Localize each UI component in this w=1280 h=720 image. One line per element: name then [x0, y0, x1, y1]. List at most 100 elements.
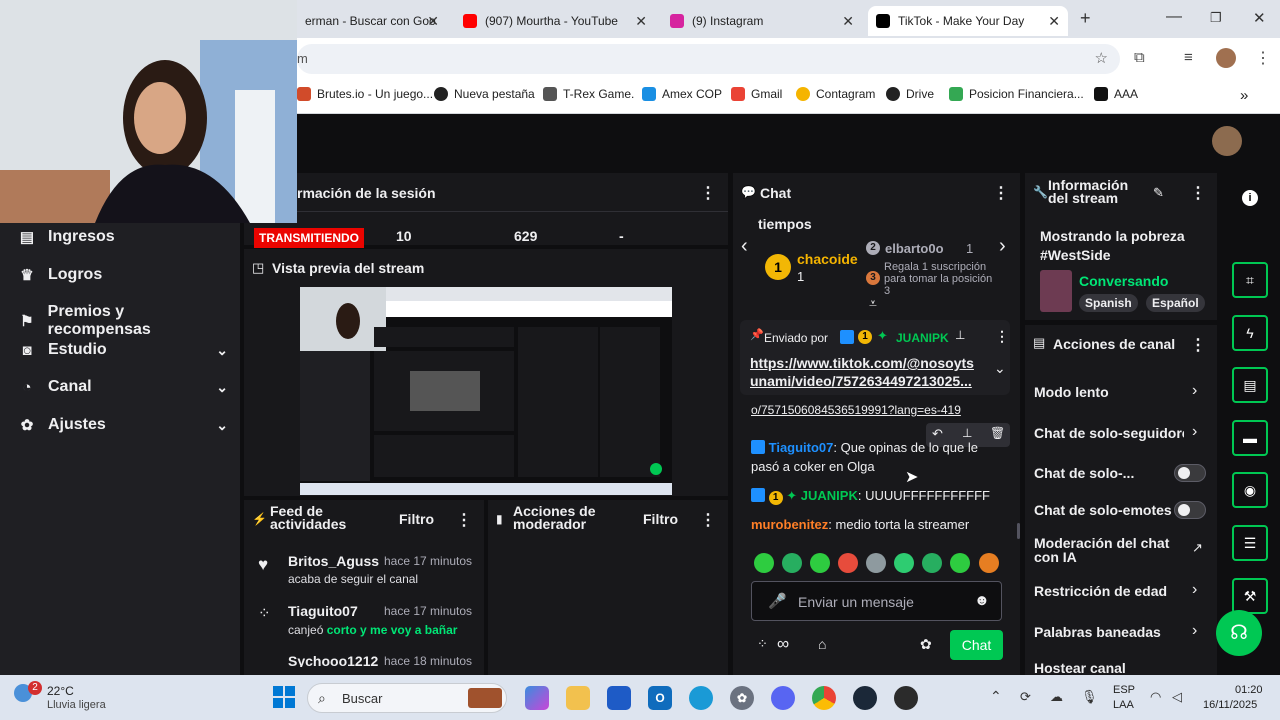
- chevron-right-icon[interactable]: ›: [1192, 382, 1197, 400]
- taskbar-search[interactable]: ⌕ Buscar: [307, 683, 507, 713]
- emotes-only-toggle[interactable]: [1174, 501, 1206, 519]
- more-options-icon[interactable]: ⋮: [456, 510, 472, 530]
- more-options-icon[interactable]: ⋮: [700, 510, 716, 530]
- cloud-icon[interactable]: ☁: [1050, 689, 1063, 705]
- more-options-icon[interactable]: ⋮: [993, 183, 1009, 203]
- more-options-icon[interactable]: ⋮: [1190, 335, 1206, 355]
- store-icon[interactable]: ⌂: [818, 636, 826, 652]
- browser-tab[interactable]: (907) Mourtha - YouTube ✕: [455, 6, 655, 36]
- feed-user[interactable]: Sychooo1212: [288, 653, 378, 667]
- settings-icon[interactable]: ✿: [730, 686, 754, 710]
- leaderboard-user[interactable]: chacoide: [797, 251, 858, 267]
- chat-username[interactable]: murobenitez: [751, 517, 828, 532]
- volume-icon[interactable]: ◁: [1172, 689, 1182, 705]
- extensions-icon[interactable]: ⧉: [1134, 49, 1145, 66]
- app-icon[interactable]: [894, 686, 918, 710]
- emoji-icon[interactable]: ☻: [974, 592, 990, 609]
- sidebar-item-ingresos[interactable]: ▤ Ingresos: [18, 228, 228, 246]
- chat-scrollbar[interactable]: [1017, 523, 1020, 539]
- more-bookmarks-button[interactable]: »: [1240, 87, 1248, 104]
- close-icon[interactable]: ✕: [635, 13, 647, 30]
- sync-icon[interactable]: ⟳: [1020, 689, 1031, 705]
- bookmark[interactable]: Nueva pestaña: [434, 87, 535, 101]
- capture-icon[interactable]: ⌗: [1232, 262, 1268, 298]
- document-icon[interactable]: ▤: [1232, 367, 1268, 403]
- microphone-icon[interactable]: 🎤: [768, 592, 787, 610]
- discord-icon[interactable]: [771, 686, 795, 710]
- chevron-down-icon[interactable]: ⌄: [994, 360, 1006, 377]
- pinned-link[interactable]: https://www.tiktok.com/@nosoyts unami/vi…: [750, 354, 980, 390]
- steam-icon[interactable]: [853, 686, 877, 710]
- language-indicator[interactable]: ESP: [1113, 684, 1135, 696]
- send-chat-button[interactable]: Chat: [950, 630, 1003, 660]
- emote-icon[interactable]: [922, 553, 942, 573]
- chevron-up-icon[interactable]: ⌃: [990, 688, 1002, 705]
- emote-icon[interactable]: [894, 553, 914, 573]
- bookmark[interactable]: Brutes.io - Un juego...: [297, 87, 433, 101]
- action-host-channel[interactable]: Hostear canal: [1034, 660, 1126, 674]
- chat-message-link[interactable]: o/7571506084536519991?lang=es-419: [751, 401, 981, 420]
- category-name[interactable]: Conversando: [1079, 273, 1168, 289]
- store-icon[interactable]: [607, 686, 631, 710]
- filter-button[interactable]: Filtro: [643, 511, 678, 527]
- filter-button[interactable]: Filtro: [399, 511, 434, 527]
- action-followers-only[interactable]: Chat de solo-seguidores: [1034, 425, 1184, 441]
- chat-input[interactable]: 🎤 Enviar un mensaje ☻: [751, 581, 1002, 621]
- info-icon[interactable]: i: [1242, 190, 1258, 206]
- sidebar-item-logros[interactable]: ♛ Logros: [18, 266, 228, 284]
- gear-icon[interactable]: ✿: [920, 636, 932, 653]
- unpin-icon[interactable]: ⊥: [955, 328, 965, 342]
- layout-icon[interactable]: ☰: [1232, 525, 1268, 561]
- user-avatar[interactable]: [1212, 126, 1242, 156]
- emote-icon[interactable]: [782, 553, 802, 573]
- copilot-icon[interactable]: [525, 686, 549, 710]
- emote-icon[interactable]: [810, 553, 830, 573]
- delete-icon[interactable]: 🗑: [990, 426, 1005, 440]
- tag[interactable]: Español: [1146, 294, 1205, 312]
- collapse-icon[interactable]: ⩡: [869, 295, 877, 312]
- wifi-icon[interactable]: ◠: [1150, 689, 1161, 705]
- external-link-icon[interactable]: ↗: [1192, 540, 1203, 556]
- clock-time[interactable]: 01:20: [1235, 684, 1263, 696]
- window-close-icon[interactable]: ✕: [1253, 9, 1266, 27]
- profile-avatar[interactable]: [1216, 48, 1236, 68]
- points-icon[interactable]: ⁘: [757, 636, 768, 652]
- bookmark[interactable]: Amex COP: [642, 87, 722, 101]
- more-options-icon[interactable]: ⋮: [1190, 183, 1206, 203]
- chat-username[interactable]: Tiaguito07: [769, 440, 834, 455]
- action-age-restriction[interactable]: Restricción de edad: [1034, 583, 1167, 599]
- browser-tab[interactable]: (9) Instagram ✕: [662, 6, 862, 36]
- minimize-icon[interactable]: —: [1166, 8, 1182, 26]
- url-field[interactable]: m ☆: [297, 44, 1120, 74]
- stream-preview-video[interactable]: [300, 287, 672, 495]
- emote-icon[interactable]: [950, 553, 970, 573]
- edit-icon[interactable]: ✎: [1153, 185, 1164, 201]
- broadcast-icon[interactable]: ◉: [1232, 472, 1268, 508]
- media-icon[interactable]: ≡: [1184, 49, 1193, 66]
- browser-menu-icon[interactable]: ⋮: [1255, 48, 1271, 68]
- chrome-icon[interactable]: [812, 686, 836, 710]
- close-icon[interactable]: ✕: [427, 13, 439, 30]
- weather-temp[interactable]: 22°C: [47, 684, 74, 698]
- action-ai-moderation[interactable]: Moderación del chat con IA: [1034, 536, 1174, 564]
- more-options-icon[interactable]: ⋮: [700, 183, 716, 203]
- bookmark[interactable]: Contagram: [796, 87, 875, 101]
- subs-only-toggle[interactable]: [1174, 464, 1206, 482]
- feed-user[interactable]: Britos_Aguss: [288, 553, 379, 569]
- browser-tab-active[interactable]: TikTok - Make Your Day ✕: [868, 6, 1068, 36]
- lightning-icon[interactable]: ϟ: [1232, 315, 1268, 351]
- chevron-right-icon[interactable]: ›: [1192, 423, 1197, 441]
- wrench-icon[interactable]: ⚒: [1232, 578, 1268, 614]
- edge-icon[interactable]: [689, 686, 713, 710]
- file-explorer-icon[interactable]: [566, 686, 590, 710]
- sidebar-item-canal[interactable]: ◔ Canal ⌄: [18, 378, 228, 396]
- chevron-left-icon[interactable]: ‹: [741, 235, 748, 258]
- support-icon[interactable]: ☊: [1216, 610, 1262, 656]
- microphone-icon[interactable]: 🎙: [1081, 689, 1098, 705]
- emote-icon[interactable]: [866, 553, 886, 573]
- bookmark[interactable]: AAA: [1094, 87, 1138, 101]
- bookmark[interactable]: T-Rex Game.: [543, 87, 634, 101]
- outlook-icon[interactable]: O: [648, 686, 672, 710]
- tag[interactable]: Spanish: [1079, 294, 1138, 312]
- chevron-right-icon[interactable]: ›: [1192, 581, 1197, 599]
